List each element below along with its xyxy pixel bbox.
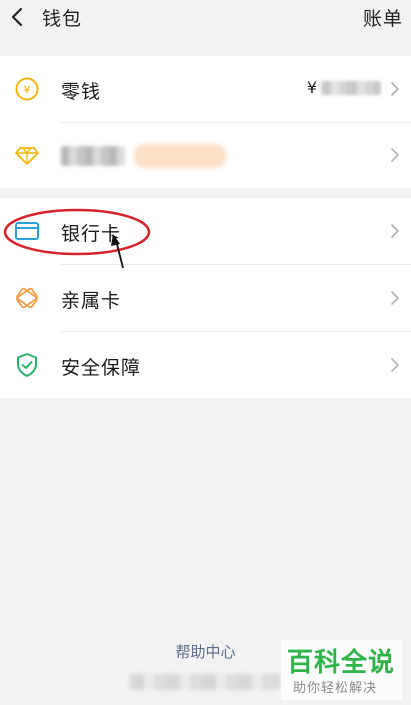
chevron-right-icon xyxy=(391,82,399,96)
chevron-right-icon xyxy=(391,224,399,238)
chevron-right-icon xyxy=(391,148,399,162)
security-label: 安全保障 xyxy=(61,357,142,379)
security-row[interactable]: 安全保障 xyxy=(0,332,411,398)
back-button[interactable] xyxy=(6,4,30,30)
chevron-left-icon xyxy=(11,7,23,27)
top-bar: 钱包 账单 xyxy=(0,0,411,36)
bills-button[interactable]: 账单 xyxy=(363,4,403,31)
obscured-member-name xyxy=(61,146,125,166)
yen-coin-icon: ¥ xyxy=(14,76,40,102)
watermark-subtitle: 助你轻松解决 xyxy=(293,681,378,696)
member-row[interactable] xyxy=(0,122,411,188)
change-value: ¥ xyxy=(307,78,381,97)
chevron-right-icon xyxy=(391,358,399,372)
obscured-footer-text xyxy=(130,674,280,690)
watermark-title: 百科全说 xyxy=(287,648,396,678)
bank-card-row[interactable]: 银行卡 xyxy=(0,198,411,264)
family-card-row[interactable]: 亲属卡 xyxy=(0,265,411,331)
change-row[interactable]: ¥ 零钱 ¥ xyxy=(0,56,411,122)
family-card-label: 亲属卡 xyxy=(61,290,122,312)
bank-card-label: 银行卡 xyxy=(61,223,122,245)
family-card-icon xyxy=(14,285,40,311)
obscured-amount xyxy=(321,80,381,95)
services-card: 银行卡 亲属卡 安全保障 xyxy=(0,198,411,398)
diamond-icon xyxy=(14,142,40,168)
balance-card: ¥ 零钱 ¥ xyxy=(0,56,411,188)
wallet-page: 钱包 账单 ¥ 零钱 ¥ 银行卡 亲属卡 安全保障 帮助中心 百科全说 助你轻松… xyxy=(0,0,411,705)
obscured-member-badge xyxy=(134,144,226,168)
chevron-right-icon xyxy=(391,291,399,305)
bank-card-icon xyxy=(14,218,40,244)
shield-check-icon xyxy=(14,352,40,378)
svg-text:¥: ¥ xyxy=(24,84,31,97)
page-title: 钱包 xyxy=(42,8,83,30)
change-label: 零钱 xyxy=(61,81,102,103)
watermark: 百科全说 助你轻松解决 xyxy=(281,640,402,700)
currency-symbol: ¥ xyxy=(306,78,317,97)
